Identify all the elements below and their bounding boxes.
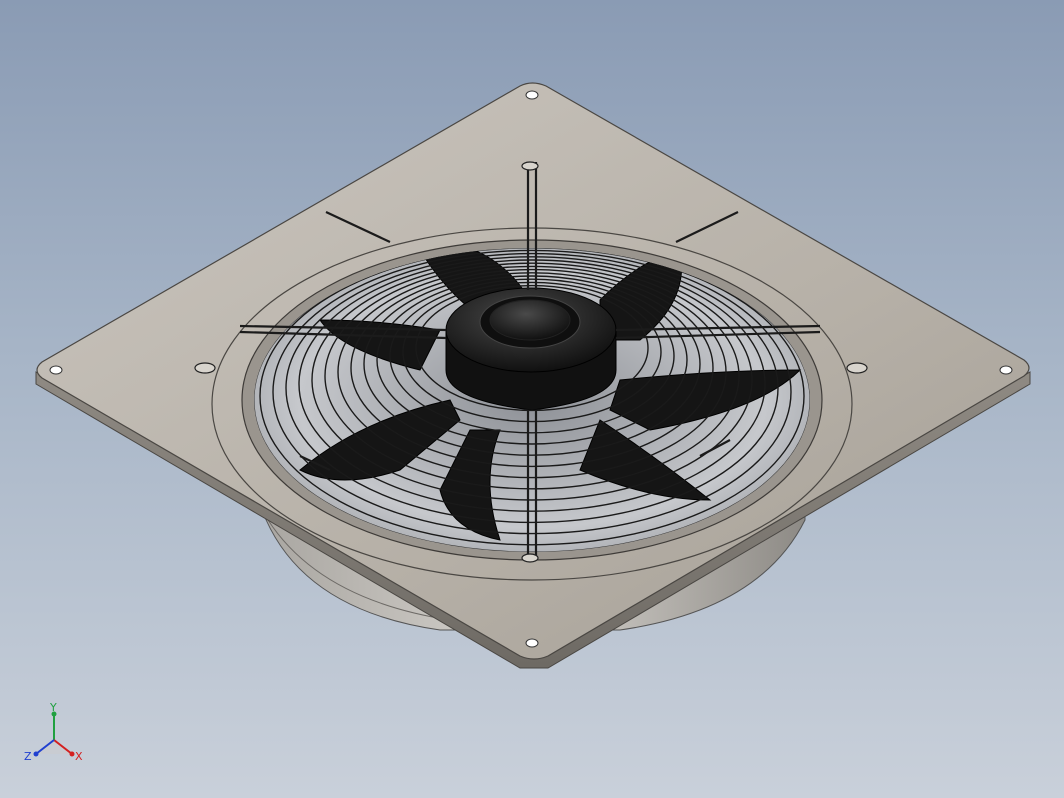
hole-bottom	[525, 638, 539, 648]
motor-hub	[445, 287, 617, 411]
x-axis-label: X	[75, 750, 83, 763]
hole-left	[49, 365, 63, 375]
3d-viewport[interactable]: Y X Z	[0, 0, 1064, 798]
coordinate-triad: Y X Z	[24, 701, 83, 763]
hole-right	[999, 365, 1013, 375]
fan-model[interactable]	[0, 0, 1064, 798]
z-axis-label: Z	[24, 750, 32, 763]
hole-top	[525, 90, 539, 100]
y-axis-label: Y	[49, 701, 57, 714]
